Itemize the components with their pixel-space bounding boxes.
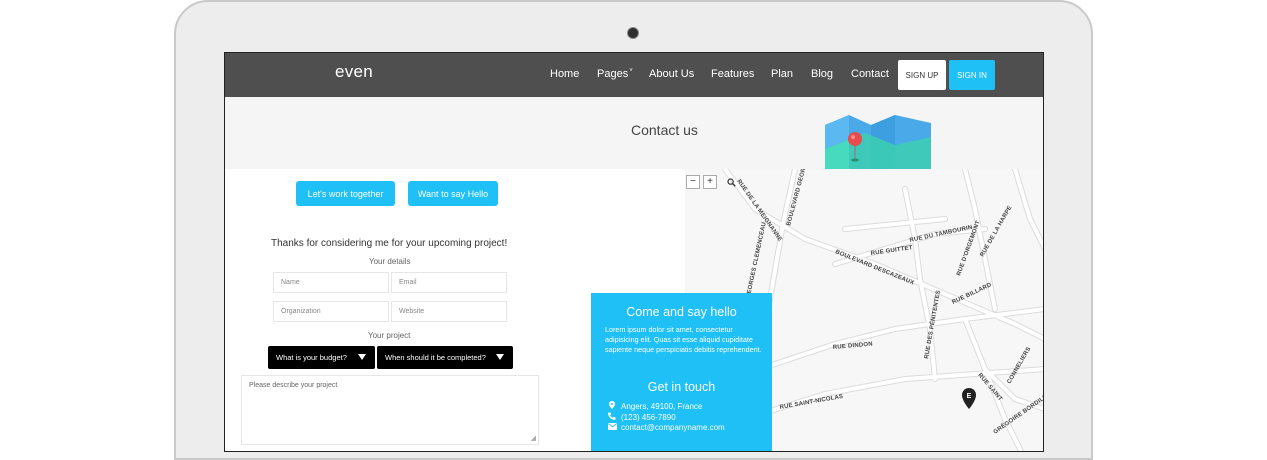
project-description-textarea[interactable]: Please describe your project ◢ (241, 375, 539, 445)
sign-in-button[interactable]: SIGN IN (949, 60, 995, 90)
website-field[interactable]: Website (391, 301, 507, 322)
details-label: Your details (369, 257, 411, 266)
map-marker-icon[interactable]: E (962, 388, 976, 409)
card-subtitle: Get in touch (647, 380, 716, 394)
nav-home[interactable]: Home (550, 68, 579, 80)
zoom-in-button[interactable]: + (703, 175, 717, 189)
address-row: Angers, 49100, France (607, 401, 702, 411)
email-link[interactable]: contact@companyname.com (621, 423, 725, 432)
tab-say-hello[interactable]: Want to say Hello (408, 181, 498, 206)
resize-handle-icon[interactable]: ◢ (531, 434, 536, 442)
organization-field[interactable]: Organization (273, 301, 389, 322)
brand-logo[interactable]: even (335, 62, 373, 82)
nav-plan[interactable]: Plan (771, 68, 793, 80)
nav-blog[interactable]: Blog (811, 68, 833, 80)
timeline-select[interactable]: When should it be completed? (377, 346, 513, 369)
email-row: contact@companyname.com (607, 423, 725, 432)
map-marker-label: E (967, 393, 972, 400)
nav-pages-label: Pages (597, 68, 629, 80)
map-pin-icon (607, 401, 617, 411)
timeline-select-value: When should it be completed? (385, 353, 486, 362)
chevron-down-icon: ˅ (629, 68, 633, 74)
page-banner: Contact us (225, 97, 1043, 169)
nav-pages[interactable]: Pages˅ (597, 68, 633, 80)
budget-select-value: What is your budget? (276, 353, 347, 362)
street-label: RUE DU TAMBOURIN (909, 225, 973, 244)
street-label: RUE BILLARD (951, 282, 993, 306)
map-illustration-icon (825, 115, 931, 169)
street-label: CONNELIERS (1007, 346, 1033, 385)
camera-icon (628, 28, 638, 38)
sign-up-button[interactable]: SIGN UP (898, 60, 946, 90)
envelope-icon (607, 423, 617, 432)
project-label: Your project (368, 331, 411, 340)
search-icon[interactable] (724, 175, 738, 189)
phone-row: (123) 456-7890 (607, 412, 676, 422)
card-title: Come and say hello (626, 305, 737, 319)
dropdown-arrow-icon (496, 354, 504, 360)
page-title: Contact us (631, 122, 698, 138)
project-description-placeholder: Please describe your project (249, 382, 338, 389)
form-intro-text: Thanks for considering me for your upcom… (271, 238, 508, 249)
browser-screen: even Home Pages˅ About Us Features Plan … (224, 52, 1044, 452)
phone-text: (123) 456-7890 (621, 412, 676, 422)
tab-work-together[interactable]: Let's work together (296, 181, 395, 206)
navbar: even Home Pages˅ About Us Features Plan … (225, 53, 1043, 97)
zoom-out-button[interactable]: − (686, 175, 700, 189)
name-field[interactable]: Name (273, 272, 389, 293)
contact-info-card: Come and say hello Lorem ipsum dolor sit… (591, 293, 772, 451)
address-text: Angers, 49100, France (621, 401, 703, 411)
nav-features[interactable]: Features (711, 68, 754, 80)
card-description: Lorem ipsum dolor sit amet, consectetur … (605, 325, 762, 354)
nav-contact[interactable]: Contact (851, 68, 889, 80)
nav-about[interactable]: About Us (649, 68, 694, 80)
email-field[interactable]: Email (391, 272, 507, 293)
dropdown-arrow-icon (358, 354, 366, 360)
phone-icon (607, 412, 617, 422)
budget-select[interactable]: What is your budget? (268, 346, 375, 369)
